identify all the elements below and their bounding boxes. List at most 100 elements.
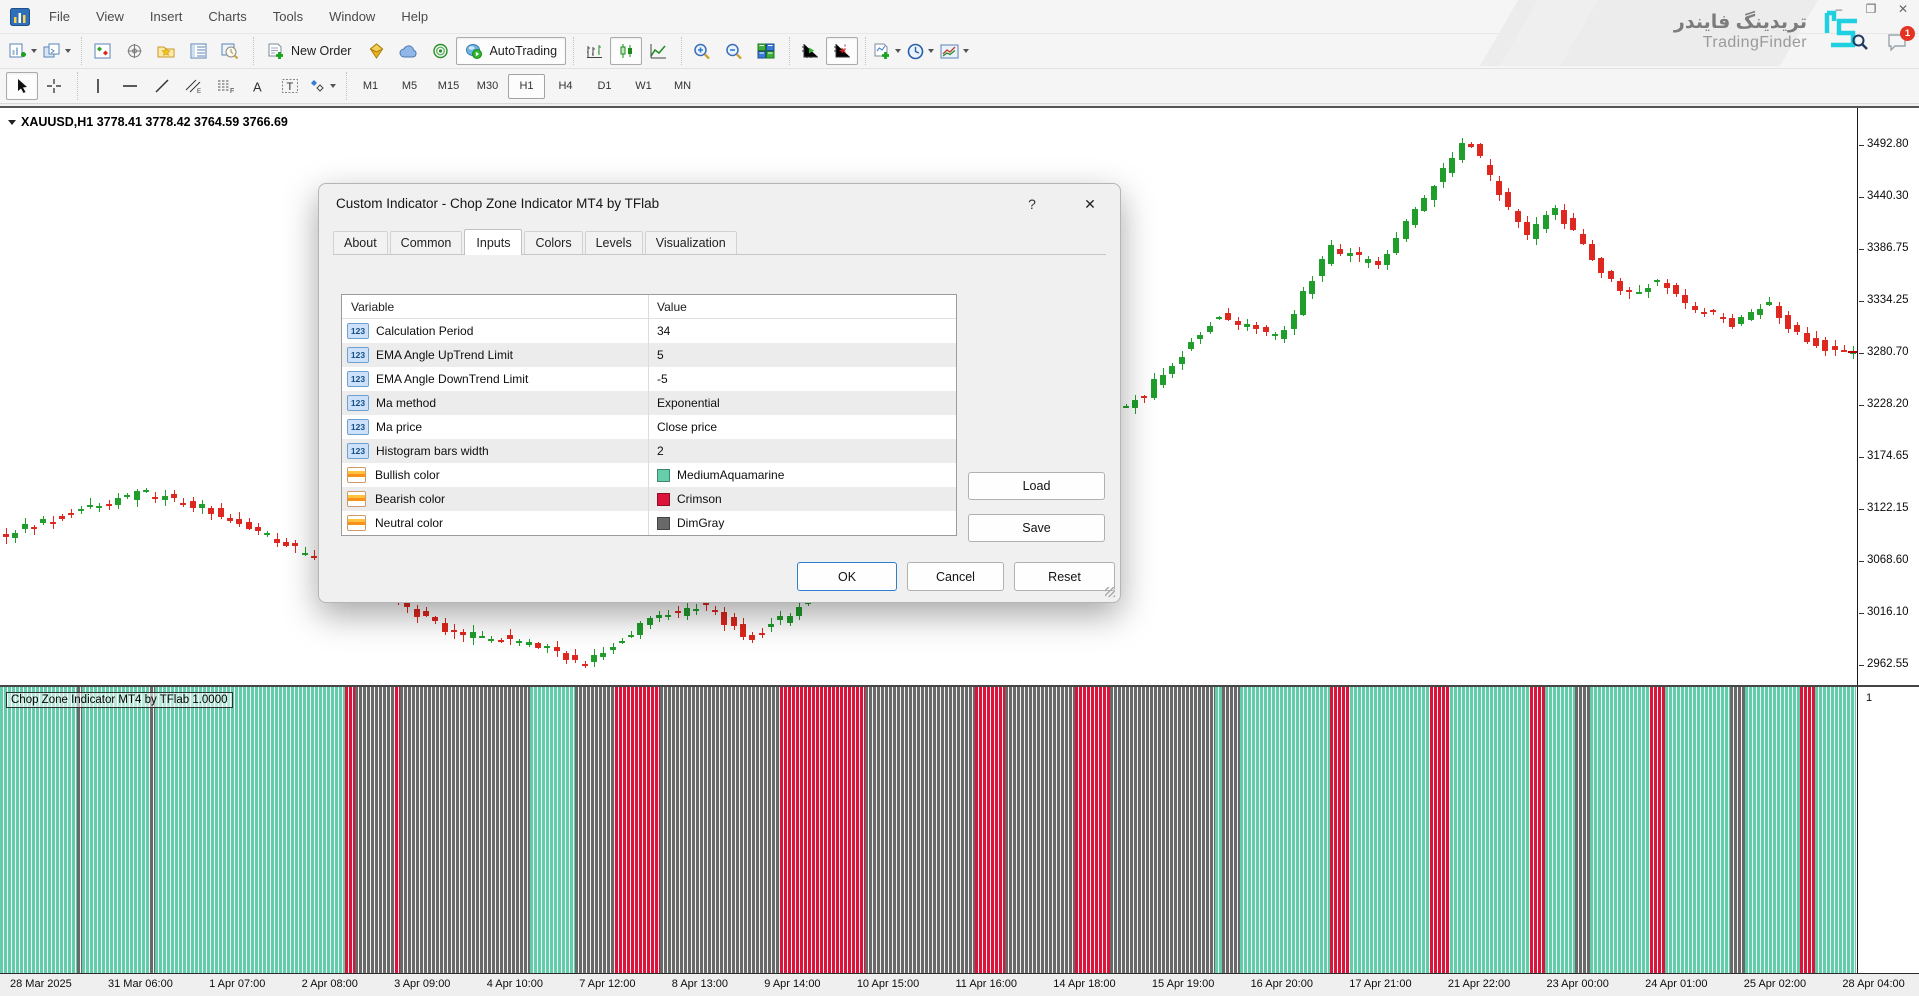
menu-item-tools[interactable]: Tools: [260, 9, 316, 24]
chart-shift-button[interactable]: [826, 37, 858, 65]
histogram-segment-neut: [1730, 687, 1745, 973]
param-row[interactable]: 123EMA Angle UpTrend Limit5: [342, 343, 956, 367]
equidistant-channel-button[interactable]: E: [178, 72, 210, 100]
menu-item-view[interactable]: View: [83, 9, 137, 24]
timeframe-m15[interactable]: M15: [430, 74, 467, 99]
text-button[interactable]: A: [242, 72, 274, 100]
timeframe-d1[interactable]: D1: [586, 74, 623, 99]
autotrading-button[interactable]: AutoTrading: [456, 37, 566, 65]
timeframe-h4[interactable]: H4: [547, 74, 584, 99]
param-row[interactable]: 123EMA Angle DownTrend Limit-5: [342, 367, 956, 391]
cancel-button[interactable]: Cancel: [907, 562, 1004, 591]
param-value-cell[interactable]: Exponential: [648, 396, 956, 410]
menu-item-window[interactable]: Window: [316, 9, 388, 24]
bar-chart-button[interactable]: [578, 37, 610, 65]
tab-inputs[interactable]: Inputs: [464, 229, 522, 255]
cursor-button[interactable]: [6, 72, 38, 100]
tab-about[interactable]: About: [333, 231, 388, 254]
line-chart-button[interactable]: [642, 37, 674, 65]
minimize-button[interactable]: –: [1831, 2, 1847, 16]
strategy-tester-button[interactable]: [214, 37, 246, 65]
param-row[interactable]: 123Histogram bars width2: [342, 439, 956, 463]
param-value: Exponential: [657, 396, 720, 410]
tab-levels[interactable]: Levels: [585, 231, 643, 254]
param-row[interactable]: 123Ma methodExponential: [342, 391, 956, 415]
resize-grip[interactable]: [1105, 587, 1115, 597]
dialog-help-button[interactable]: ?: [1019, 192, 1045, 216]
symbol-dropdown-icon[interactable]: [8, 120, 16, 125]
param-value-cell[interactable]: DimGray: [648, 516, 956, 530]
auto-scroll-button[interactable]: [794, 37, 826, 65]
load-button[interactable]: Load: [968, 472, 1105, 500]
quick-actions: 1: [1851, 33, 1907, 56]
close-button[interactable]: ✕: [1895, 2, 1911, 16]
candle-body: [1654, 280, 1660, 282]
timeframe-h1[interactable]: H1: [508, 74, 545, 99]
param-value-cell[interactable]: MediumAquamarine: [648, 468, 956, 482]
restore-button[interactable]: ❐: [1863, 2, 1879, 16]
chop-zone-indicator-panel[interactable]: [0, 685, 1857, 973]
price-axis[interactable]: 3492.803440.303386.753334.253280.703228.…: [1857, 108, 1919, 685]
trendline-button[interactable]: [146, 72, 178, 100]
crosshair-button[interactable]: [38, 72, 70, 100]
reset-button[interactable]: Reset: [1014, 562, 1115, 591]
fibonacci-button[interactable]: F: [210, 72, 242, 100]
indicator-properties-dialog: Custom Indicator - Chop Zone Indicator M…: [318, 183, 1121, 603]
timeframe-w1[interactable]: W1: [625, 74, 662, 99]
param-value-cell[interactable]: -5: [648, 372, 956, 386]
indicators-button[interactable]: [870, 37, 904, 65]
navigator-button[interactable]: [150, 37, 182, 65]
profiles-button[interactable]: [40, 37, 74, 65]
indicator-label[interactable]: Chop Zone Indicator MT4 by TFlab 1.0000: [6, 692, 233, 708]
metaeditor-button[interactable]: [360, 37, 392, 65]
timeframe-m1[interactable]: M1: [352, 74, 389, 99]
templates-button[interactable]: [937, 37, 972, 65]
menu-item-insert[interactable]: Insert: [137, 9, 196, 24]
broadcast-button[interactable]: [424, 37, 456, 65]
tab-colors[interactable]: Colors: [524, 231, 582, 254]
param-row[interactable]: Bullish colorMediumAquamarine: [342, 463, 956, 487]
param-value-cell[interactable]: Crimson: [648, 492, 956, 506]
ok-button[interactable]: OK: [797, 562, 897, 591]
param-value-cell[interactable]: 5: [648, 348, 956, 362]
param-value-cell[interactable]: 34: [648, 324, 956, 338]
tab-visualization[interactable]: Visualization: [645, 231, 737, 254]
menu-item-charts[interactable]: Charts: [195, 9, 259, 24]
timeframe-m30[interactable]: M30: [469, 74, 506, 99]
param-row[interactable]: 123Calculation Period34: [342, 319, 956, 343]
param-row[interactable]: Bearish colorCrimson: [342, 487, 956, 511]
zoom-out-icon: [725, 43, 743, 60]
dialog-close-button[interactable]: ✕: [1075, 192, 1105, 216]
param-row[interactable]: Neutral colorDimGray: [342, 511, 956, 535]
text-icon: A: [251, 79, 265, 94]
vertical-line-button[interactable]: [82, 72, 114, 100]
param-value-cell[interactable]: 2: [648, 444, 956, 458]
periods-button[interactable]: [904, 37, 937, 65]
timeframe-m5[interactable]: M5: [391, 74, 428, 99]
tile-windows-button[interactable]: [750, 37, 782, 65]
new-chart-button[interactable]: [6, 37, 40, 65]
timeframe-mn[interactable]: MN: [664, 74, 701, 99]
param-row[interactable]: 123Ma priceClose price: [342, 415, 956, 439]
zoom-out-button[interactable]: [718, 37, 750, 65]
text-label-button[interactable]: T: [274, 72, 306, 100]
community-button[interactable]: [392, 37, 424, 65]
data-window-button[interactable]: [118, 37, 150, 65]
new-order-button[interactable]: New Order: [258, 37, 360, 65]
market-watch-button[interactable]: [86, 37, 118, 65]
save-button[interactable]: Save: [968, 514, 1105, 542]
candle-body: [1729, 318, 1735, 328]
arrow-shapes-button[interactable]: [306, 72, 339, 100]
tab-common[interactable]: Common: [390, 231, 463, 254]
param-value-cell[interactable]: Close price: [648, 420, 956, 434]
indicator-axis[interactable]: 1: [1857, 685, 1919, 973]
time-axis[interactable]: 28 Mar 202531 Mar 06:001 Apr 07:002 Apr …: [0, 973, 1919, 996]
notifications-icon[interactable]: 1: [1887, 33, 1907, 56]
menu-item-help[interactable]: Help: [388, 9, 441, 24]
search-icon[interactable]: [1851, 33, 1869, 56]
horizontal-line-button[interactable]: [114, 72, 146, 100]
menu-item-file[interactable]: File: [36, 9, 83, 24]
zoom-in-button[interactable]: [686, 37, 718, 65]
candlestick-chart-button[interactable]: [610, 37, 642, 65]
terminal-button[interactable]: [182, 37, 214, 65]
